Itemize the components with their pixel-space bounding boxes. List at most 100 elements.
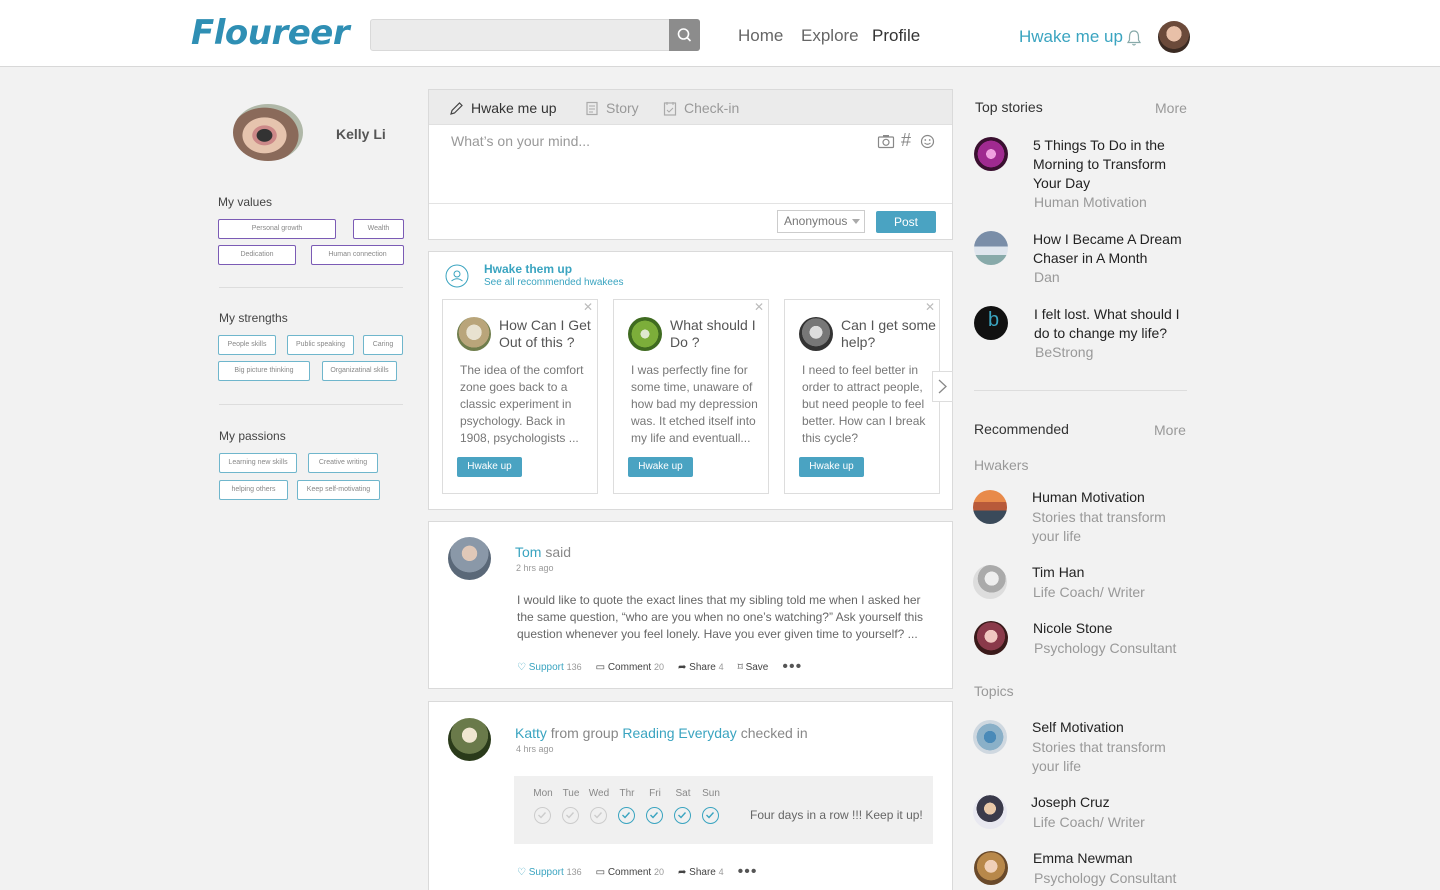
tab-check-in[interactable]: Check-in xyxy=(684,100,739,116)
hwaker-avatar[interactable] xyxy=(973,565,1007,599)
post-button[interactable]: Post xyxy=(876,211,936,233)
close-icon[interactable]: ✕ xyxy=(754,300,764,314)
passion-tag[interactable]: Creative writing xyxy=(308,453,378,473)
close-icon[interactable]: ✕ xyxy=(925,300,935,314)
profile-avatar[interactable] xyxy=(233,104,303,161)
hwakee-card[interactable]: ✕ Can I get some help? I need to feel be… xyxy=(784,299,940,494)
day-checked-icon xyxy=(674,807,691,824)
strength-tag[interactable]: People skills xyxy=(218,335,276,355)
save-button[interactable]: ⌑ Save xyxy=(738,662,769,673)
story-source: Human Motivation xyxy=(1034,194,1147,210)
visibility-value: Anonymous xyxy=(784,214,848,228)
value-tag[interactable]: Personal growth xyxy=(218,219,336,239)
see-all-hwakees-link[interactable]: See all recommended hwakees xyxy=(484,277,624,288)
day-label: Fri xyxy=(649,788,661,799)
story-thumbnail[interactable] xyxy=(974,137,1008,171)
hwakee-card[interactable]: ✕ What should I Do ? I was perfectly fin… xyxy=(613,299,769,494)
bell-icon[interactable] xyxy=(1126,29,1142,47)
story-title-link[interactable]: 5 Things To Do in the Morning to Transfo… xyxy=(1033,136,1183,193)
passion-tag[interactable]: Learning new skills xyxy=(219,453,297,473)
value-tag[interactable]: Human connection xyxy=(311,245,404,265)
hwaker-name[interactable]: Nicole Stone xyxy=(1033,619,1183,638)
tab-hwake-me-up[interactable]: Hwake me up xyxy=(471,100,557,116)
hwaker-name[interactable]: Human Motivation xyxy=(1032,488,1182,507)
strength-tag[interactable]: Organizatinal skills xyxy=(322,361,397,381)
hwakee-card[interactable]: ✕ How Can I Get Out of this ? The idea o… xyxy=(442,299,598,494)
hwake-up-button[interactable]: Hwake up xyxy=(799,457,864,477)
emoji-icon[interactable] xyxy=(920,134,935,149)
visibility-select[interactable]: Anonymous xyxy=(777,210,865,233)
story-thumbnail[interactable] xyxy=(974,231,1008,265)
story-title-link[interactable]: How I Became A Dream Chaser in A Month xyxy=(1033,230,1188,268)
comment-button[interactable]: ▭ Comment 20 xyxy=(596,867,664,878)
topic-avatar[interactable] xyxy=(973,720,1007,754)
divider xyxy=(219,404,403,405)
recommended-more-link[interactable]: More xyxy=(1154,422,1186,438)
more-options-icon[interactable]: ••• xyxy=(738,863,758,881)
post-author-avatar[interactable] xyxy=(448,718,491,761)
hwakee-body: I was perfectly fine for some time, unaw… xyxy=(631,363,758,445)
checkin-panel: Mon Tue Wed Thr Fri Sat Sun Four days in… xyxy=(514,776,933,844)
post-author-avatar[interactable] xyxy=(448,537,491,580)
post-actions: ♡ Support 136 ▭ Comment 20 ➦ Share 4 ⌑ S… xyxy=(517,658,802,676)
nav-home[interactable]: Home xyxy=(738,26,783,46)
share-button[interactable]: ➦ Share 4 xyxy=(678,662,724,673)
checkin-message: Four days in a row !!! Keep it up! xyxy=(750,808,923,822)
save-label: Save xyxy=(745,661,769,673)
top-stories-more-link[interactable]: More xyxy=(1155,100,1187,116)
user-avatar[interactable] xyxy=(1158,21,1190,53)
carousel-next-button[interactable] xyxy=(932,371,953,402)
comment-button[interactable]: ▭ Comment 20 xyxy=(596,662,664,673)
share-button[interactable]: ➦ Share 4 xyxy=(678,867,724,878)
search-input[interactable] xyxy=(371,20,669,50)
hwaker-avatar[interactable] xyxy=(973,490,1007,524)
strength-tag[interactable]: Public speaking xyxy=(287,335,354,355)
hwake-me-up-link[interactable]: Hwake me up xyxy=(1019,27,1123,47)
strength-tag[interactable]: Big picture thinking xyxy=(218,361,310,381)
strength-tag[interactable]: Caring xyxy=(363,335,403,355)
top-header: Floureer Home Explore Profile Hwake me u… xyxy=(0,0,1440,67)
nav-explore[interactable]: Explore xyxy=(801,26,859,46)
hwakee-title: What should I Do ? xyxy=(670,317,756,350)
hwakee-avatar xyxy=(457,317,491,351)
hwakee-body: The idea of the comfort zone goes back t… xyxy=(460,363,584,445)
post-author-link[interactable]: Katty xyxy=(515,725,547,741)
hwake-up-button[interactable]: Hwake up xyxy=(457,457,522,477)
topic-avatar[interactable] xyxy=(973,795,1007,829)
story-source: BeStrong xyxy=(1035,344,1094,360)
composer-input[interactable]: What’s on your mind... xyxy=(451,133,590,149)
hwakee-avatar xyxy=(628,317,662,351)
more-options-icon[interactable]: ••• xyxy=(782,658,802,676)
passion-tag[interactable]: Keep self-motivating xyxy=(297,480,380,500)
topic-name[interactable]: Joseph Cruz xyxy=(1031,793,1181,812)
topic-desc: Psychology Consultant xyxy=(1034,870,1177,886)
day-checked-icon xyxy=(702,807,719,824)
group-link[interactable]: Reading Everyday xyxy=(622,725,736,741)
value-tag[interactable]: Dedication xyxy=(218,245,296,265)
hwaker-name[interactable]: Tim Han xyxy=(1032,563,1182,582)
share-icon: ➦ xyxy=(677,661,690,673)
post-author-link[interactable]: Tom xyxy=(515,544,541,560)
topic-name[interactable]: Self Motivation xyxy=(1032,718,1182,737)
tab-story[interactable]: Story xyxy=(606,100,639,116)
nav-profile[interactable]: Profile xyxy=(872,26,920,46)
value-tag[interactable]: Wealth xyxy=(353,219,404,239)
search-button[interactable] xyxy=(669,19,700,51)
post-verb: from group xyxy=(550,725,619,741)
topic-name[interactable]: Emma Newman xyxy=(1033,849,1183,868)
camera-icon[interactable] xyxy=(877,134,895,149)
post-card: Katty from group Reading Everyday checke… xyxy=(428,701,953,890)
passion-tag[interactable]: helping others xyxy=(219,480,288,500)
support-button[interactable]: ♡ Support 136 xyxy=(517,867,582,878)
comment-label: Comment xyxy=(607,866,652,878)
hwake-up-button[interactable]: Hwake up xyxy=(628,457,693,477)
app-logo[interactable]: Floureer xyxy=(191,13,350,53)
story-thumbnail[interactable]: b xyxy=(974,306,1008,340)
support-label: Support xyxy=(528,661,564,673)
support-button[interactable]: ♡ Support 136 xyxy=(517,662,582,673)
topic-avatar[interactable] xyxy=(974,851,1008,885)
hashtag-icon[interactable]: # xyxy=(901,130,911,151)
close-icon[interactable]: ✕ xyxy=(583,300,593,314)
hwaker-avatar[interactable] xyxy=(974,621,1008,655)
story-title-link[interactable]: I felt lost. What should I do to change … xyxy=(1034,305,1186,343)
